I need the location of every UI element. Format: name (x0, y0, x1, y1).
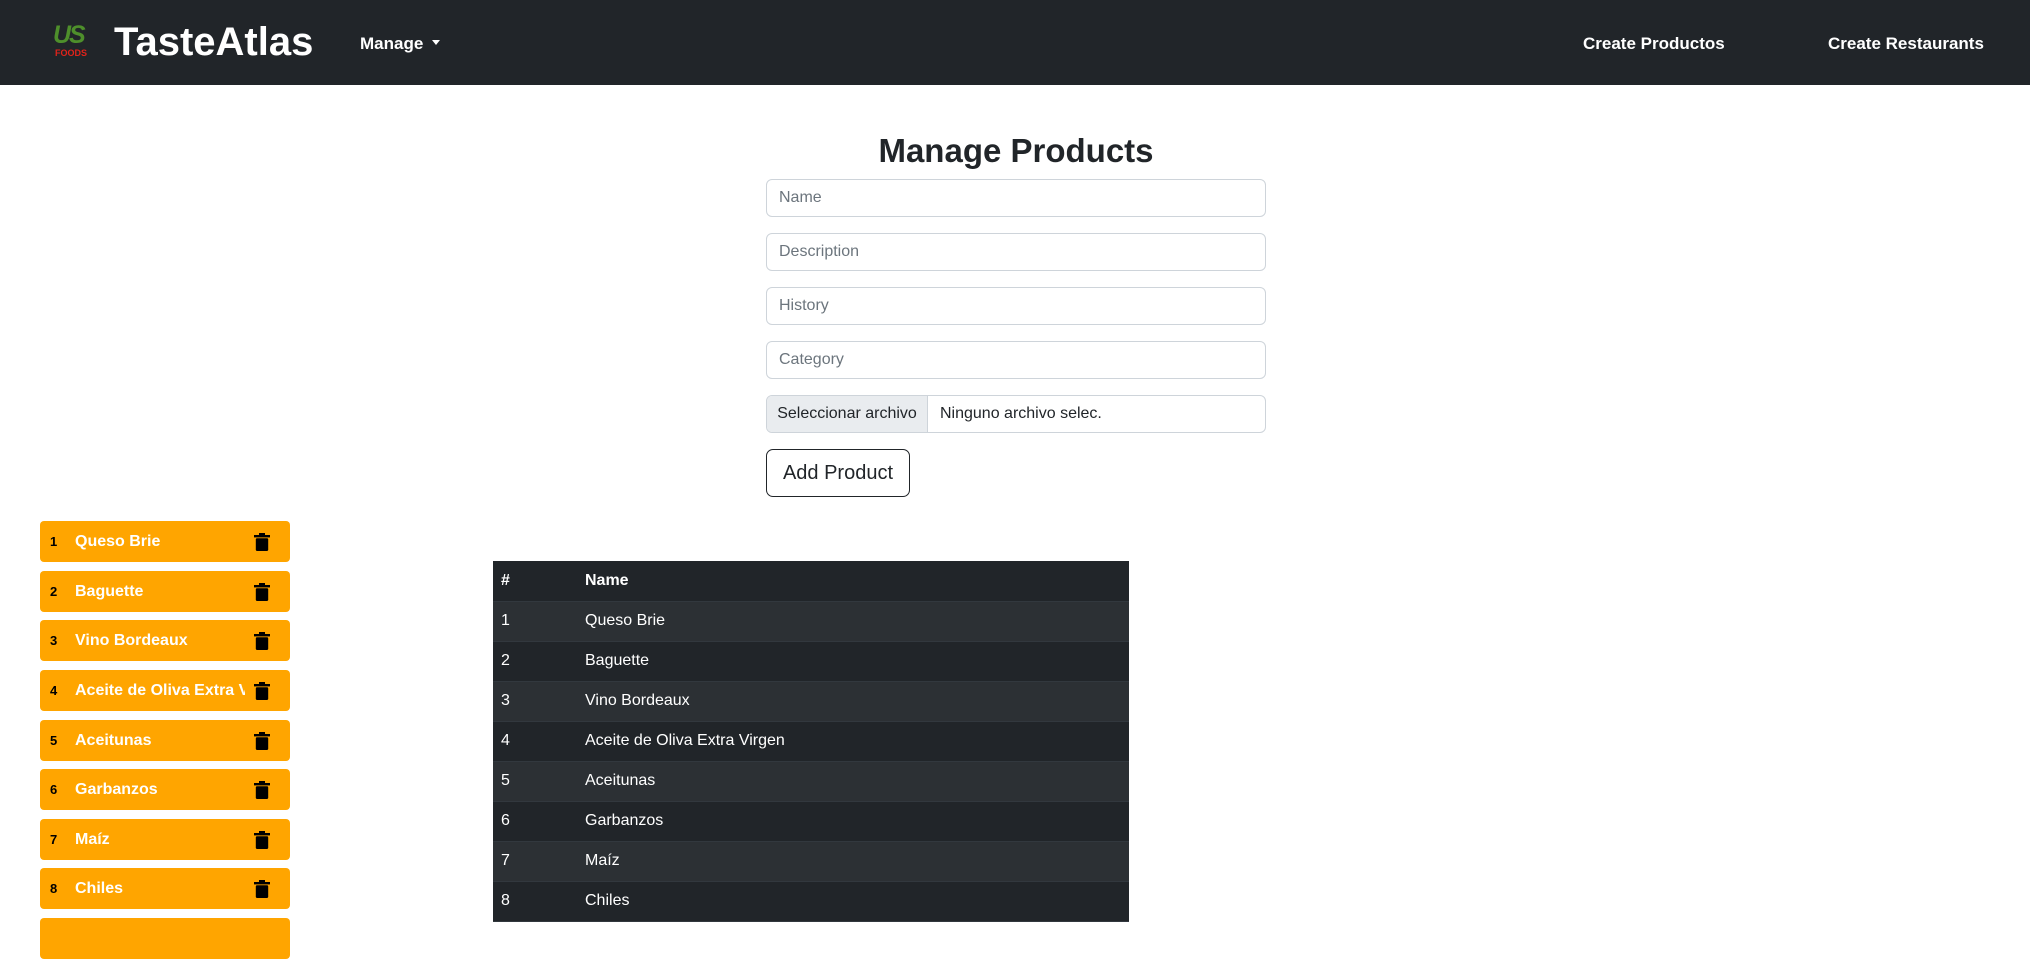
row-number: 5 (493, 761, 577, 802)
logo-us-text: US (53, 21, 86, 49)
trash-icon[interactable] (254, 831, 270, 849)
side-item-aceitunas[interactable]: 5 Aceitunas (40, 720, 290, 761)
select-file-button[interactable]: Seleccionar archivo (767, 396, 928, 432)
side-item-number: 5 (50, 733, 58, 748)
manage-label: Manage (360, 34, 424, 53)
table-row: 2 Baguette (493, 641, 1129, 682)
trash-icon[interactable] (254, 781, 270, 799)
side-item-label: Baguette (75, 583, 144, 600)
side-item-chiles[interactable]: 8 Chiles (40, 868, 290, 909)
row-number: 7 (493, 841, 577, 882)
row-name: Vino Bordeaux (577, 681, 1129, 722)
row-number: 2 (493, 641, 577, 682)
category-input[interactable] (766, 341, 1266, 379)
navbar: US FOODS TasteAtlas Manage Create Produc… (0, 0, 2030, 85)
row-name: Chiles (577, 881, 1129, 922)
side-item-label: Aceitunas (75, 732, 152, 749)
row-name: Maíz (577, 841, 1129, 882)
side-item-number: 4 (50, 683, 58, 698)
table-row: 6 Garbanzos (493, 801, 1129, 842)
side-item-garbanzos[interactable]: 6 Garbanzos (40, 769, 290, 810)
trash-icon[interactable] (254, 880, 270, 898)
row-name: Garbanzos (577, 801, 1129, 842)
row-number: 3 (493, 681, 577, 722)
row-name: Queso Brie (577, 601, 1129, 642)
side-item-baguette[interactable]: 2 Baguette (40, 571, 290, 612)
side-item-maiz[interactable]: 7 Maíz (40, 819, 290, 860)
side-item-label: Queso Brie (75, 533, 161, 550)
file-status-text: Ninguno archivo selec. (940, 405, 1102, 422)
trash-icon[interactable] (254, 732, 270, 750)
table-row: 5 Aceitunas (493, 761, 1129, 802)
row-number: 1 (493, 601, 577, 642)
header-name: Name (577, 561, 1129, 602)
side-item-label: Maíz (75, 831, 110, 848)
description-input[interactable] (766, 233, 1266, 271)
row-number: 8 (493, 881, 577, 922)
side-item-label: Chiles (75, 880, 124, 897)
page-title: Manage Products (878, 132, 1154, 169)
side-item-number: 1 (50, 534, 58, 549)
create-restaurants-link[interactable]: Create Restaurants (1828, 33, 1984, 55)
trash-icon[interactable] (254, 533, 270, 551)
table-row: 4 Aceite de Oliva Extra Virgen (493, 721, 1129, 762)
create-productos-link[interactable]: Create Productos (1583, 33, 1725, 55)
side-item-aceite-de-oliva[interactable]: 4 Aceite de Oliva Extra Virgen (40, 670, 290, 711)
side-item-label: Aceite de Oliva Extra Virgen (75, 682, 245, 699)
side-item-label: Vino Bordeaux (75, 632, 188, 649)
brand-title[interactable]: TasteAtlas (114, 18, 313, 66)
side-item-number: 6 (50, 782, 58, 797)
manage-dropdown[interactable]: Manage (360, 33, 441, 55)
side-item-number: 3 (50, 633, 58, 648)
trash-icon[interactable] (254, 682, 270, 700)
side-item-queso-brie[interactable]: 1 Queso Brie (40, 521, 290, 562)
row-number: 4 (493, 721, 577, 762)
table-row: 7 Maíz (493, 841, 1129, 882)
trash-icon[interactable] (254, 583, 270, 601)
row-name: Aceitunas (577, 761, 1129, 802)
header-number: # (493, 561, 577, 602)
table-row: 8 Chiles (493, 881, 1129, 922)
file-input[interactable]: Seleccionar archivo Ninguno archivo sele… (766, 395, 1266, 433)
table-header-row: # Name (493, 561, 1129, 602)
side-item-label: Garbanzos (75, 781, 158, 798)
side-item-number: 2 (50, 584, 58, 599)
row-number: 6 (493, 801, 577, 842)
products-table: # Name 1 Queso Brie 2 Baguette 3 Vino Bo… (493, 561, 1129, 922)
table-row: 1 Queso Brie (493, 601, 1129, 642)
side-item-number: 8 (50, 881, 58, 896)
us-foods-logo[interactable]: US FOODS (53, 22, 91, 60)
side-item-partial[interactable] (40, 918, 290, 959)
side-item-number: 7 (50, 832, 58, 847)
row-name: Baguette (577, 641, 1129, 682)
logo-foods-text: FOODS (55, 48, 88, 58)
caret-down-icon (432, 40, 441, 46)
trash-icon[interactable] (254, 632, 270, 650)
table-row: 3 Vino Bordeaux (493, 681, 1129, 722)
row-name: Aceite de Oliva Extra Virgen (577, 721, 1129, 762)
add-product-button[interactable]: Add Product (766, 449, 910, 497)
name-input[interactable] (766, 179, 1266, 217)
history-input[interactable] (766, 287, 1266, 325)
side-item-vino-bordeaux[interactable]: 3 Vino Bordeaux (40, 620, 290, 661)
